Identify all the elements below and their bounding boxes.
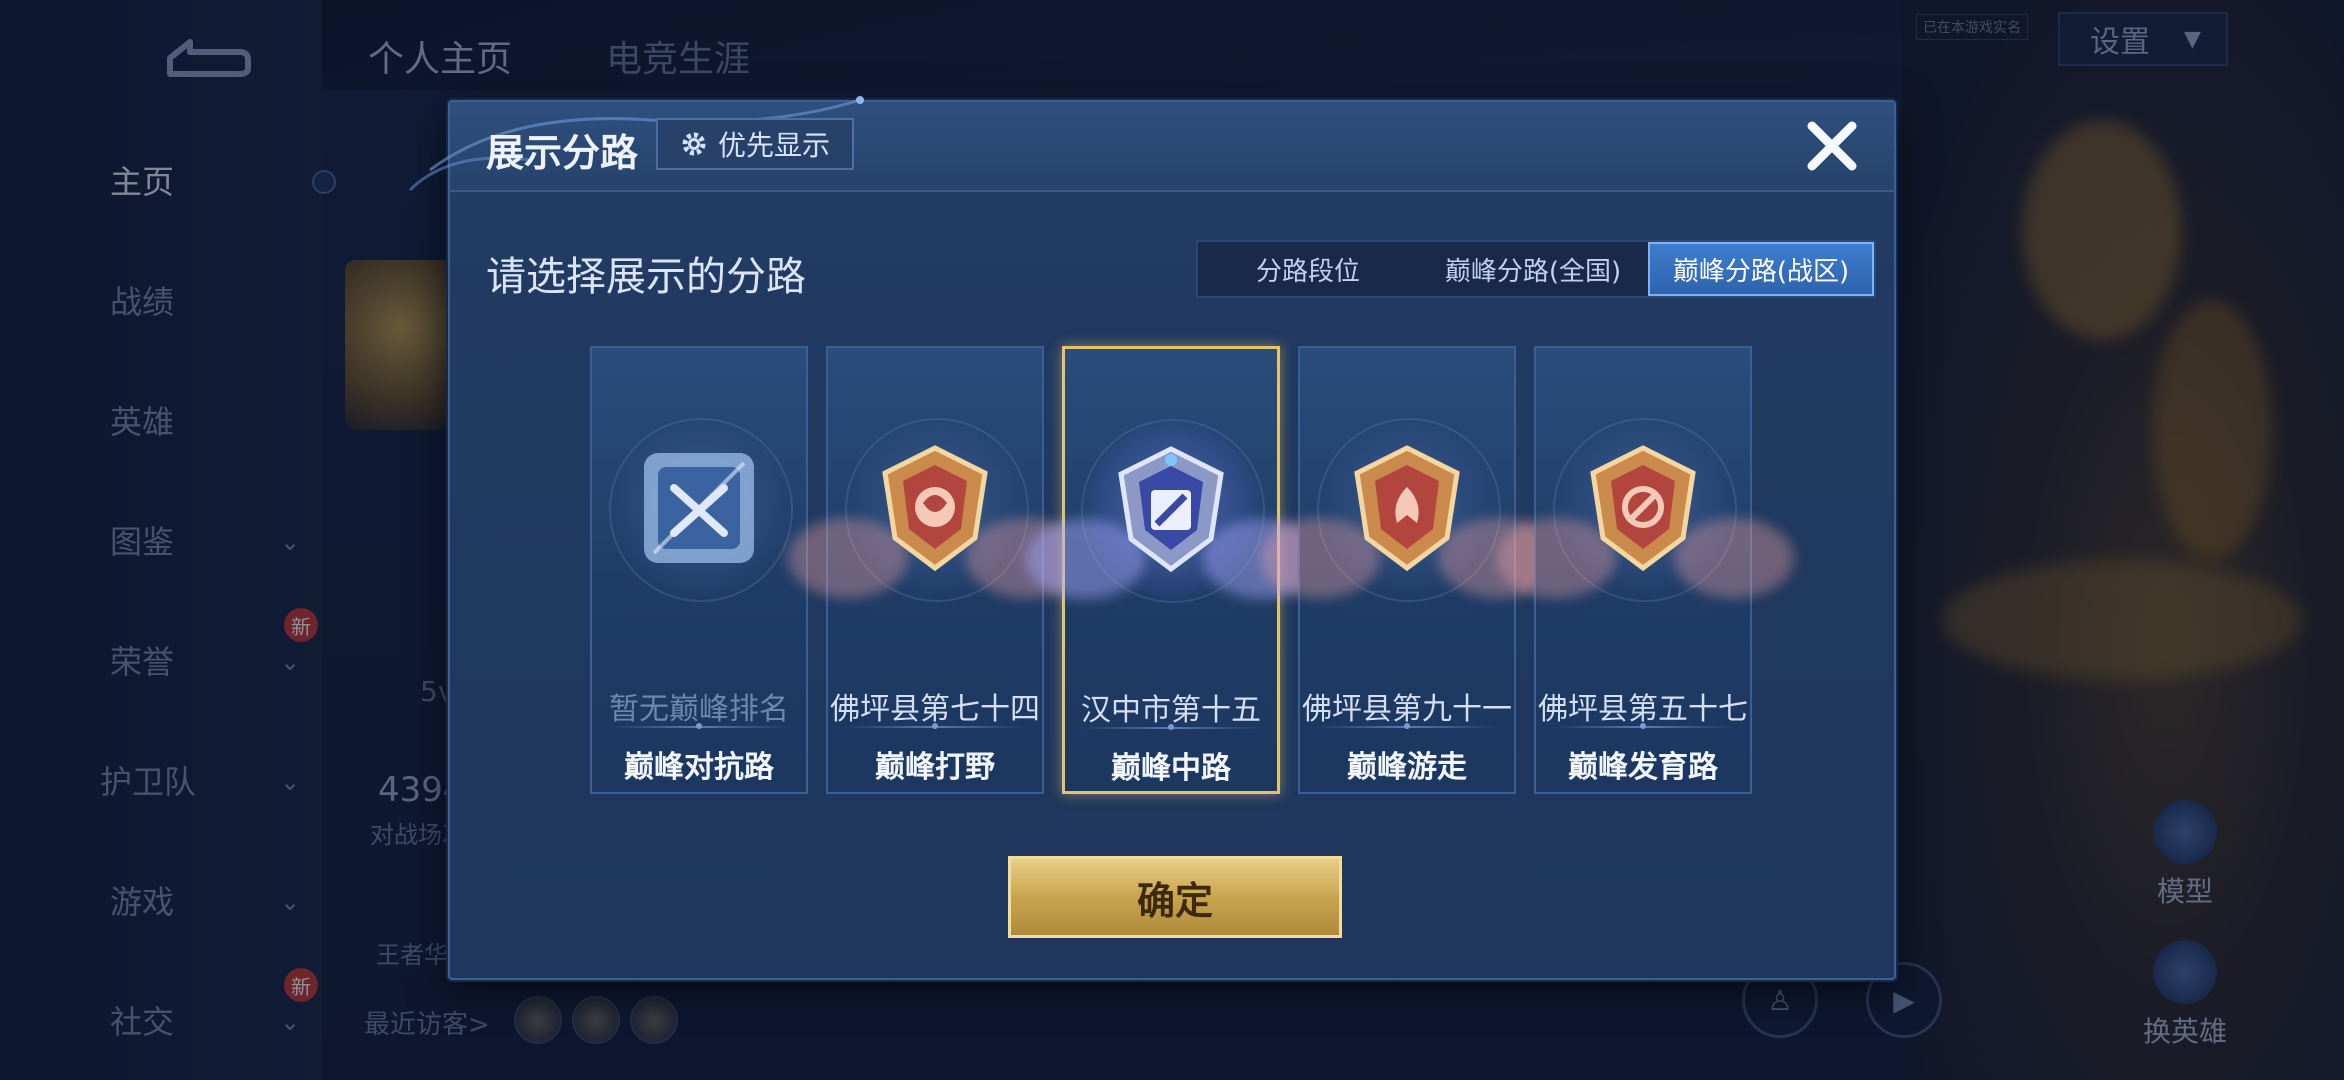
- emblem-area: [1260, 408, 1558, 608]
- lane-display-dialog: 展示分路 优先显示 请选择展示的分路 分路段位 巅峰分路(全国) 巅峰分路(战区…: [408, 96, 1896, 980]
- priority-display-label: 优先显示: [717, 129, 830, 162]
- mid-emblem-icon: [1118, 446, 1224, 573]
- lane-card-roam[interactable]: 佛坪县第九十一 巅峰游走: [1260, 346, 1558, 794]
- lane-cards: 暂无巅峰排名 巅峰对抗路 佛坪县第七十四 巅峰打野 汉中市第十五 巅峰中路 佛坪…: [590, 346, 1794, 796]
- lane-name: 巅峰中路: [1111, 751, 1231, 786]
- no-rank-icon: [644, 453, 754, 563]
- dialog-title: 展示分路: [486, 131, 639, 175]
- divider: [1081, 724, 1261, 730]
- farm-emblem-icon: [1590, 445, 1696, 572]
- selection-prompt: 请选择展示的分路: [486, 254, 806, 300]
- gear-icon: [682, 132, 706, 156]
- lane-card-top[interactable]: 暂无巅峰排名 巅峰对抗路: [590, 346, 808, 794]
- emblem-area: [592, 408, 806, 608]
- rank-text: 暂无巅峰排名: [609, 692, 789, 727]
- tab-peak-region[interactable]: 巅峰分路(战区): [1648, 242, 1874, 296]
- tab-peak-national[interactable]: 巅峰分路(全国): [1418, 242, 1648, 296]
- roam-emblem-icon: [1354, 445, 1460, 572]
- priority-display-button[interactable]: 优先显示: [656, 118, 854, 170]
- divider: [1553, 723, 1733, 729]
- lane-card-farm[interactable]: 佛坪县第五十七 巅峰发育路: [1496, 346, 1794, 794]
- lane-tabs: 分路段位 巅峰分路(全国) 巅峰分路(战区): [1196, 240, 1876, 298]
- lane-name: 巅峰对抗路: [624, 750, 774, 785]
- divider: [845, 723, 1025, 729]
- jungle-emblem-icon: [882, 445, 988, 572]
- lane-card-jungle[interactable]: 佛坪县第七十四 巅峰打野: [788, 346, 1086, 794]
- rank-text: 佛坪县第九十一: [1302, 692, 1512, 727]
- tab-lane-rank[interactable]: 分路段位: [1198, 242, 1418, 296]
- lane-name: 巅峰发育路: [1568, 750, 1718, 785]
- divider: [609, 723, 789, 729]
- rank-text: 佛坪县第七十四: [830, 692, 1040, 727]
- emblem-area: [1025, 409, 1323, 609]
- lane-card-mid[interactable]: 汉中市第十五 巅峰中路: [1025, 346, 1323, 794]
- dialog-header: 展示分路 优先显示: [408, 96, 1894, 192]
- emblem-area: [1496, 408, 1794, 608]
- rank-text: 佛坪县第五十七: [1538, 692, 1748, 727]
- lane-name: 巅峰打野: [875, 750, 995, 785]
- lane-name: 巅峰游走: [1347, 750, 1467, 785]
- emblem-area: [788, 408, 1086, 608]
- close-icon: [1807, 121, 1857, 171]
- confirm-button[interactable]: 确定: [1008, 856, 1342, 938]
- divider: [1317, 723, 1497, 729]
- rank-text: 汉中市第十五: [1081, 693, 1261, 728]
- close-button[interactable]: [1800, 114, 1864, 178]
